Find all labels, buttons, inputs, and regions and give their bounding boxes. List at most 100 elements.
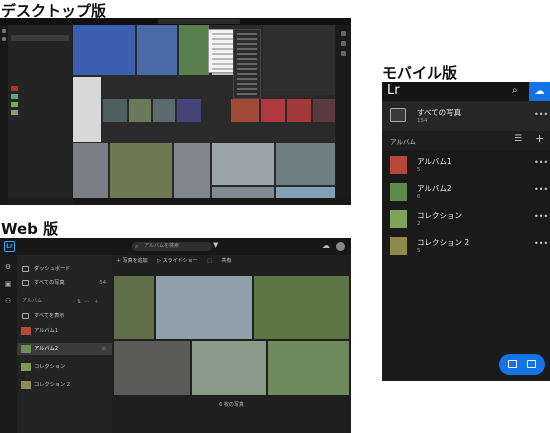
desktop-bottom-toolbar [73, 198, 351, 205]
search-icon[interactable]: ⌕ [512, 85, 518, 96]
keyword-icon[interactable] [341, 51, 346, 56]
web-section-title: Web 版 [1, 220, 59, 238]
sidebar-item-collection[interactable]: コレクション [17, 361, 112, 373]
sort-icon[interactable]: ⇅ [77, 299, 81, 305]
desktop-titlebar [0, 18, 351, 25]
more-icon[interactable]: ••• [534, 110, 548, 119]
photo-thumbnail[interactable] [192, 341, 266, 395]
cloud-icon[interactable]: ☁ [322, 241, 330, 250]
add-album-icon[interactable]: + [535, 132, 544, 145]
photo-thumbnail[interactable] [174, 143, 210, 198]
photo-thumbnail[interactable] [156, 276, 252, 339]
photo-thumbnail[interactable] [114, 341, 190, 395]
cloud-icon[interactable]: ☁ [529, 82, 550, 101]
sidebar-item-album-selected[interactable]: アルバム2 ⊙ [17, 343, 112, 355]
photo-thumbnail[interactable] [254, 276, 349, 339]
photo-thumbnail[interactable] [287, 99, 311, 122]
photo-thumbnail[interactable] [73, 77, 101, 142]
sidebar-item-all-photos[interactable]: すべての写真 54 [17, 277, 112, 289]
sidebar-item-label: ダッシュボード [34, 266, 71, 272]
photo-thumbnail[interactable] [177, 99, 201, 122]
desktop-right-rail [336, 25, 351, 198]
web-search-input[interactable]: ⌕ アルバムを検索 [132, 242, 212, 251]
sidebar-item-show-all[interactable]: すべてを表示 [17, 310, 112, 322]
all-photos-row[interactable]: すべての写真 154 ••• [382, 101, 550, 131]
add-photos-button[interactable]: ＋ 写真を追加 [116, 258, 148, 264]
add-album-icon[interactable]: ＋ [94, 299, 99, 305]
more-icon[interactable]: ⋯ [84, 299, 89, 305]
desktop-album-row[interactable] [11, 85, 69, 91]
album-list-item[interactable]: アルバム2 6 ••• [382, 179, 550, 206]
mobile-app-window: Lr ⌕ ☁ すべての写真 154 ••• アルバム ☰ + アルバム1 5 •… [382, 82, 550, 381]
sidebar-item-label: すべての写真 [34, 280, 65, 286]
sidebar-item-album[interactable]: アルバム1 [17, 325, 112, 337]
avatar[interactable] [336, 242, 345, 251]
import-icon[interactable] [508, 360, 517, 368]
filter-icon[interactable]: ▼ [213, 241, 218, 249]
desktop-photo-grid [73, 25, 335, 198]
album-count: 5 [417, 167, 421, 173]
add-photo-fab[interactable] [499, 354, 545, 375]
info-icon[interactable] [341, 41, 346, 46]
lr-logo: Lr [4, 241, 15, 252]
album-list-item[interactable]: アルバム1 5 ••• [382, 152, 550, 179]
settings-icon[interactable]: ⚙ [4, 263, 12, 271]
all-photos-label: すべての写真 [417, 108, 462, 117]
slideshow-button[interactable]: ▷ スライドショー [157, 258, 197, 264]
people-icon[interactable] [2, 37, 6, 41]
photo-thumbnail[interactable] [231, 99, 259, 122]
photo-thumbnail[interactable] [276, 187, 335, 198]
desktop-album-row[interactable] [11, 101, 69, 107]
photo-thumbnail[interactable] [268, 341, 349, 395]
photos-icon [390, 108, 406, 122]
album-thumbnail [21, 363, 31, 371]
desktop-album-row[interactable] [11, 93, 69, 99]
photo-thumbnail[interactable] [276, 143, 335, 185]
mobile-header: Lr ⌕ ☁ [382, 82, 550, 101]
library-icon[interactable]: ▣ [4, 280, 12, 288]
photo-thumbnail[interactable] [212, 143, 274, 185]
share-label: 共有 [221, 258, 232, 264]
sidebar-item-label: コレクション 2 [34, 382, 71, 388]
album-list-item[interactable]: コレクション 2 5 ••• [382, 233, 550, 260]
people-icon[interactable]: ⚇ [4, 297, 12, 305]
desktop-sidebar-item[interactable] [11, 35, 69, 41]
desktop-sidebar [8, 25, 72, 198]
album-list-item[interactable]: コレクション 2 ••• [382, 206, 550, 233]
photo-thumbnail[interactable] [110, 143, 172, 198]
desktop-album-row[interactable] [11, 109, 69, 115]
photo-thumbnail[interactable] [129, 99, 151, 122]
desktop-search-input[interactable] [158, 19, 240, 24]
edit-icon[interactable] [341, 31, 346, 36]
desktop-sidebar-item[interactable] [11, 51, 69, 57]
photo-thumbnail[interactable] [137, 25, 177, 75]
photo-thumbnail[interactable] [73, 25, 135, 75]
photo-thumbnail[interactable] [313, 99, 335, 122]
desktop-sidebar-item[interactable] [11, 43, 69, 49]
sort-icon[interactable]: ☰ [514, 134, 522, 144]
album-thumbnail [21, 327, 31, 335]
album-label: アルバム2 [417, 184, 452, 193]
share-button[interactable]: ⬚ 共有 [207, 258, 239, 264]
album-thumbnail [390, 237, 407, 255]
more-icon[interactable]: ••• [534, 239, 548, 248]
sidebar-item-dashboard[interactable]: ダッシュボード [17, 263, 112, 275]
photo-thumbnail[interactable] [103, 99, 127, 122]
more-icon[interactable]: ••• [534, 185, 548, 194]
sidebar-item-collection[interactable]: コレクション 2 [17, 379, 112, 391]
desktop-app-window [0, 18, 351, 205]
photo-thumbnail[interactable] [179, 25, 209, 75]
more-icon[interactable]: ••• [534, 158, 548, 167]
photo-thumbnail[interactable] [261, 99, 285, 122]
photo-thumbnail[interactable] [153, 99, 175, 122]
camera-icon[interactable] [527, 360, 536, 368]
more-icon[interactable]: ••• [534, 212, 548, 221]
share-icon: ⬚ [207, 258, 214, 264]
photo-thumbnail[interactable] [212, 187, 274, 198]
web-left-rail: ⚙ ▣ ⚇ [0, 255, 17, 433]
more-icon[interactable]: ⊙ [102, 343, 106, 355]
photo-thumbnail[interactable] [73, 143, 108, 198]
sidebar-item-label: アルバム2 [34, 346, 58, 352]
photo-thumbnail[interactable] [114, 276, 154, 339]
library-icon[interactable] [2, 29, 6, 33]
